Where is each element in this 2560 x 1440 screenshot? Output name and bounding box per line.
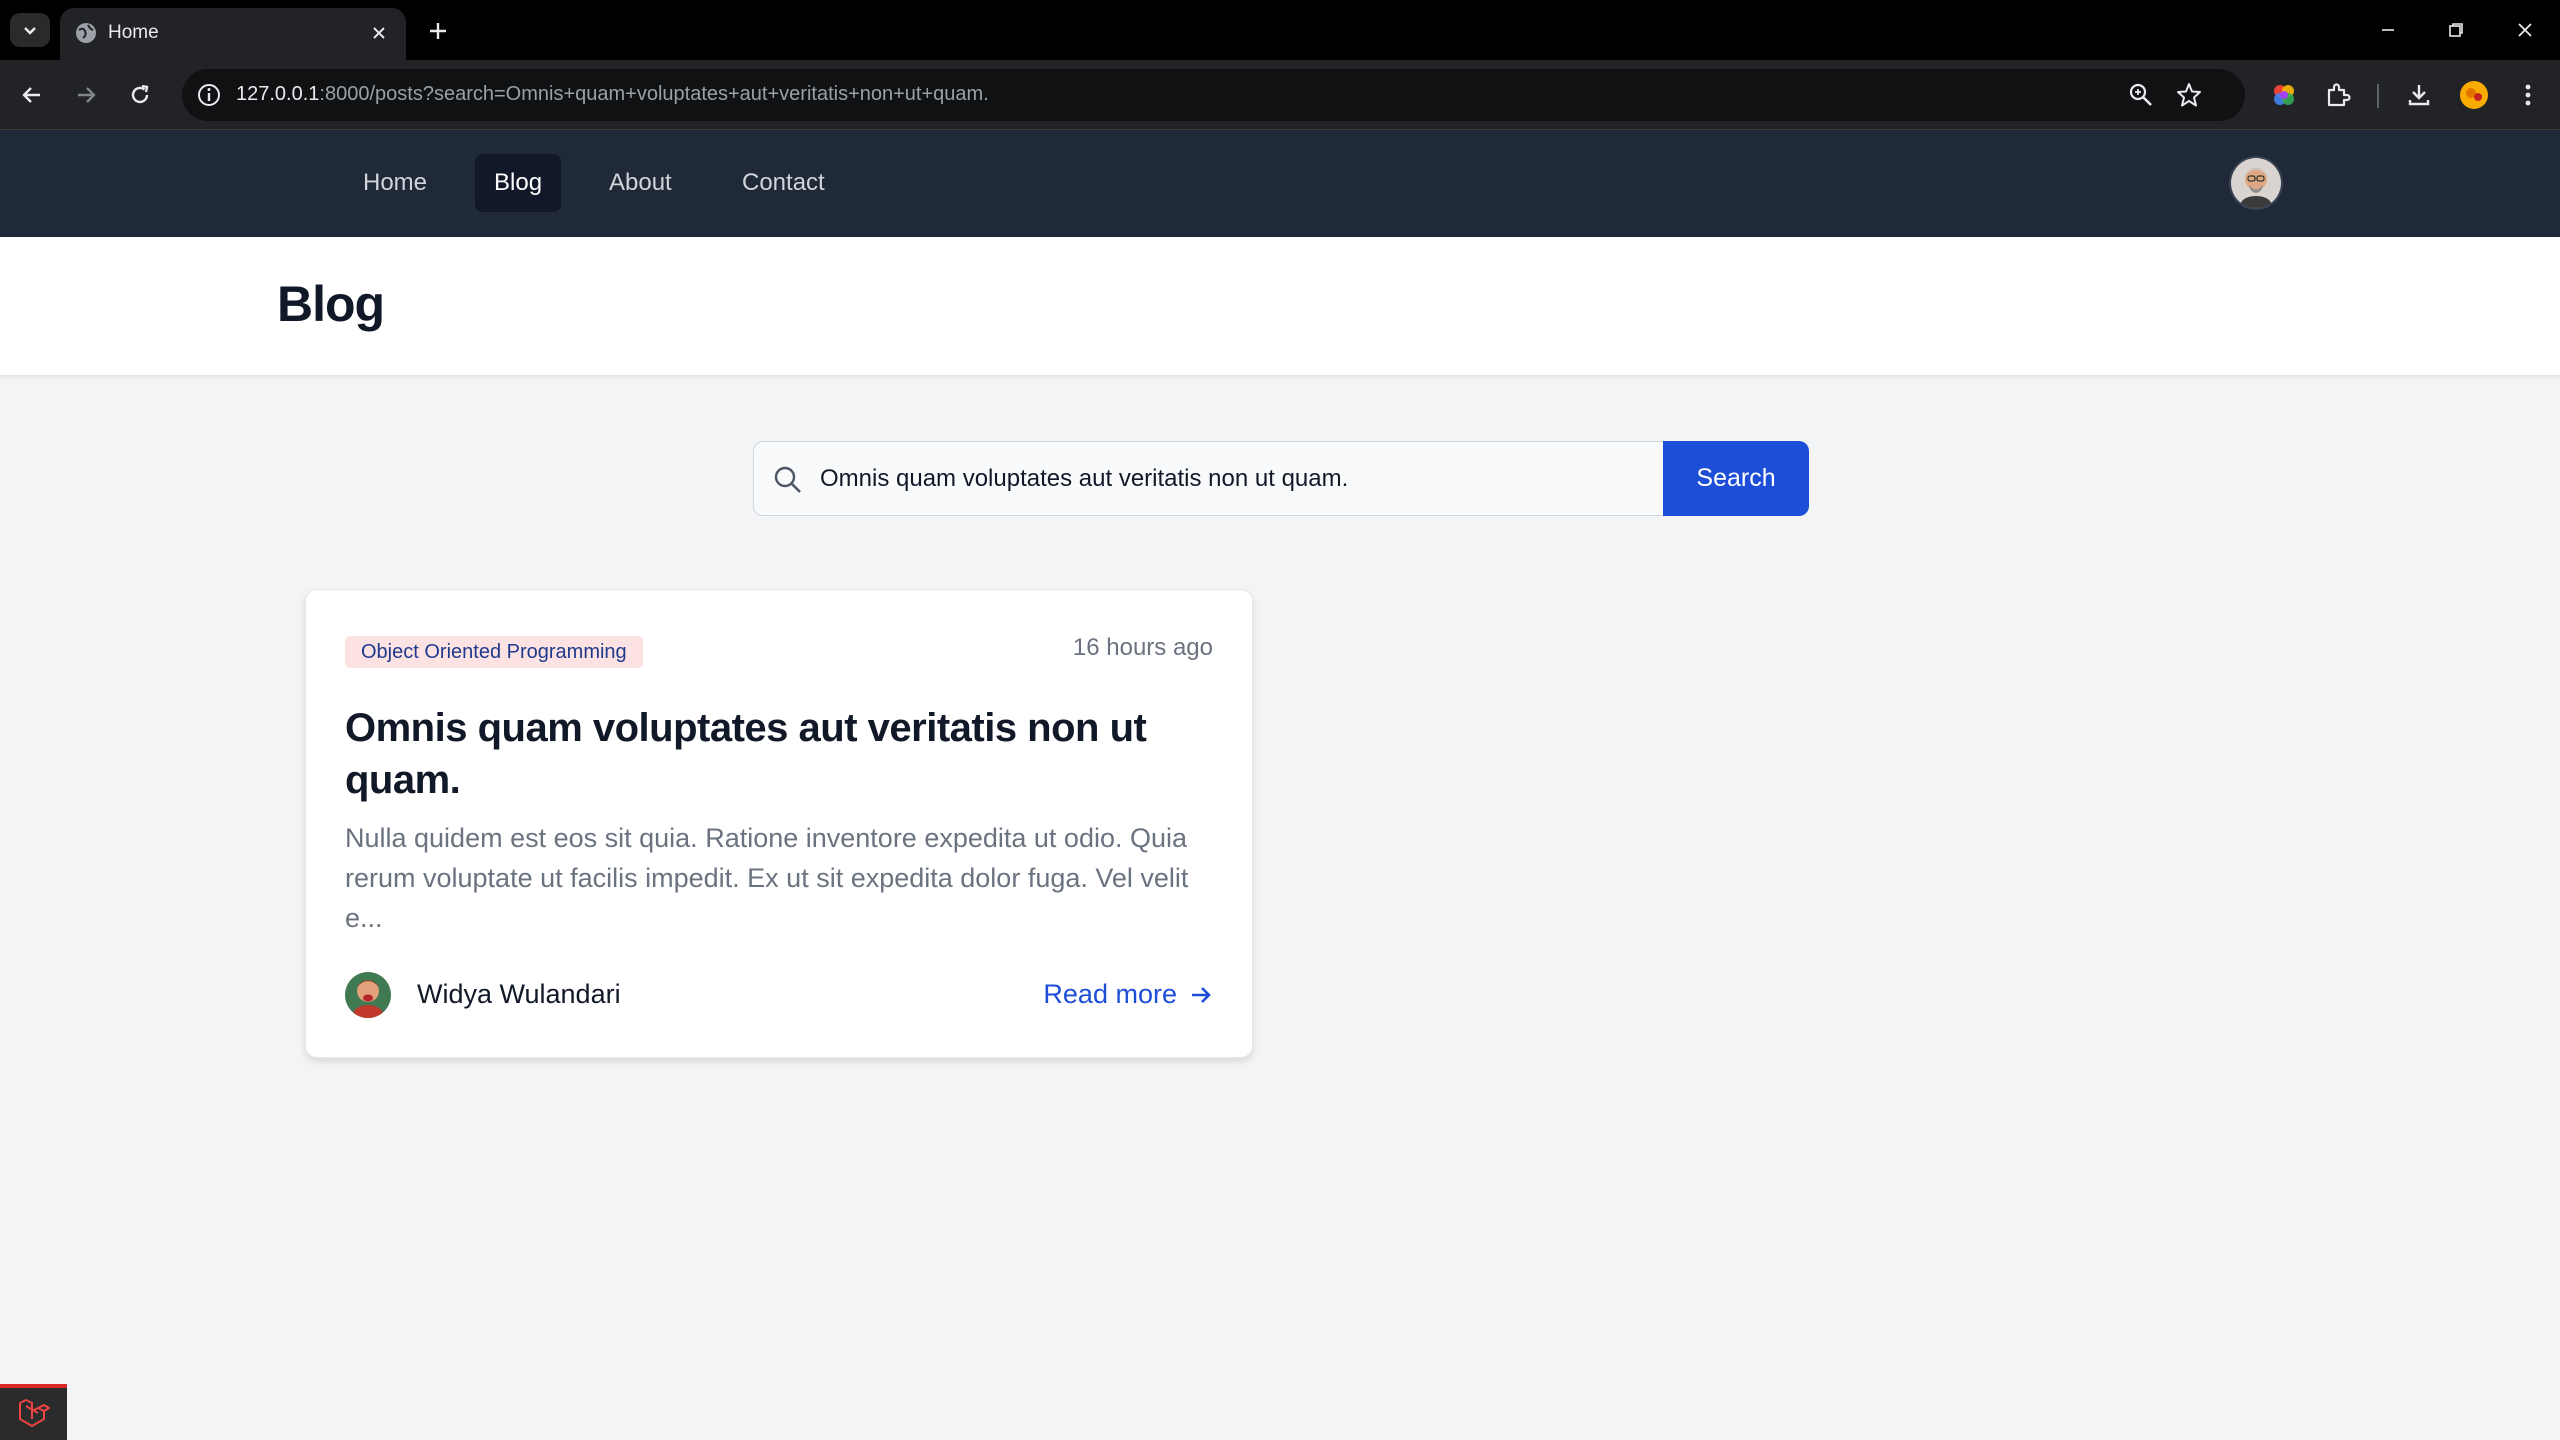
- nav-link-blog[interactable]: Blog: [475, 154, 562, 212]
- download-icon[interactable]: [2403, 79, 2435, 111]
- extensions-puzzle-icon[interactable]: [2322, 79, 2354, 111]
- category-badge[interactable]: Object Oriented Programming: [345, 636, 643, 668]
- author-photo-icon: [345, 972, 391, 1018]
- debugbar-toggle-button[interactable]: [0, 1384, 67, 1440]
- post-card: Object Oriented Programming 16 hours ago…: [305, 589, 1253, 1058]
- search-button[interactable]: Search: [1663, 441, 1809, 516]
- close-tab-icon[interactable]: [366, 20, 392, 46]
- reload-button[interactable]: [120, 75, 160, 115]
- page-title: Blog: [277, 276, 385, 332]
- page-header: Blog: [0, 237, 2560, 375]
- search-icon: [774, 466, 801, 493]
- globe-icon: [76, 23, 96, 43]
- user-avatar[interactable]: [2229, 156, 2283, 210]
- profile-icon[interactable]: [2458, 79, 2490, 111]
- color-extension-icon[interactable]: [2268, 79, 2300, 111]
- post-title[interactable]: Omnis quam voluptates aut veritatis non …: [345, 702, 1215, 806]
- tab-title: Home: [108, 22, 159, 43]
- site-navbar: Home Blog About Contact: [0, 130, 2560, 237]
- browser-toolbar: 127.0.0.1:8000/posts?search=Omnis+quam+v…: [0, 60, 2560, 130]
- plus-icon: [430, 23, 446, 39]
- restore-button[interactable]: [2431, 10, 2481, 50]
- search-input[interactable]: [820, 442, 1650, 515]
- laravel-logo-icon: [18, 1399, 50, 1427]
- new-tab-button[interactable]: [420, 14, 456, 48]
- minimize-icon: [2382, 29, 2394, 31]
- read-more-label: Read more: [1043, 979, 1177, 1009]
- post-excerpt: Nulla quidem est eos sit quia. Ratione i…: [345, 823, 1189, 933]
- minimize-button[interactable]: [2363, 10, 2413, 50]
- browser-tab[interactable]: Home: [60, 8, 406, 60]
- reload-icon: [131, 84, 149, 104]
- toolbar-separator: [2377, 84, 2379, 108]
- address-bar[interactable]: 127.0.0.1:8000/posts?search=Omnis+quam+v…: [182, 69, 2245, 121]
- url-host: 127.0.0.1: [236, 83, 320, 105]
- browser-tab-bar: Home: [0, 0, 2560, 60]
- user-photo-icon: [2231, 158, 2281, 208]
- bookmark-star-icon[interactable]: [2175, 81, 2203, 109]
- author-name[interactable]: Widya Wulandari: [417, 979, 621, 1010]
- close-window-button[interactable]: [2500, 10, 2550, 50]
- forward-button[interactable]: [66, 75, 106, 115]
- read-more-link[interactable]: Read more: [1043, 979, 1213, 1010]
- arrow-left-icon: [22, 87, 40, 103]
- chevron-down-icon: [24, 27, 36, 35]
- close-icon: [2518, 23, 2532, 37]
- tab-list-button[interactable]: [10, 13, 50, 47]
- url-path: :8000/posts?search=Omnis+quam+voluptates…: [319, 83, 989, 105]
- nav-link-about[interactable]: About: [590, 154, 691, 212]
- restore-icon: [2449, 23, 2463, 37]
- author-avatar[interactable]: [345, 972, 391, 1018]
- info-icon[interactable]: [196, 82, 222, 108]
- search-field: [753, 441, 1665, 516]
- zoom-icon[interactable]: [2127, 81, 2155, 109]
- nav-link-home[interactable]: Home: [344, 154, 446, 212]
- browser-menu-icon[interactable]: [2512, 79, 2544, 111]
- url-text: 127.0.0.1:8000/posts?search=Omnis+quam+v…: [236, 83, 989, 106]
- nav-link-contact[interactable]: Contact: [723, 154, 844, 212]
- search-form: Search: [753, 441, 1809, 516]
- post-time: 16 hours ago: [1072, 634, 1213, 661]
- arrow-right-icon: [78, 87, 96, 103]
- arrow-right-icon: [1192, 986, 1211, 1003]
- back-button[interactable]: [12, 75, 52, 115]
